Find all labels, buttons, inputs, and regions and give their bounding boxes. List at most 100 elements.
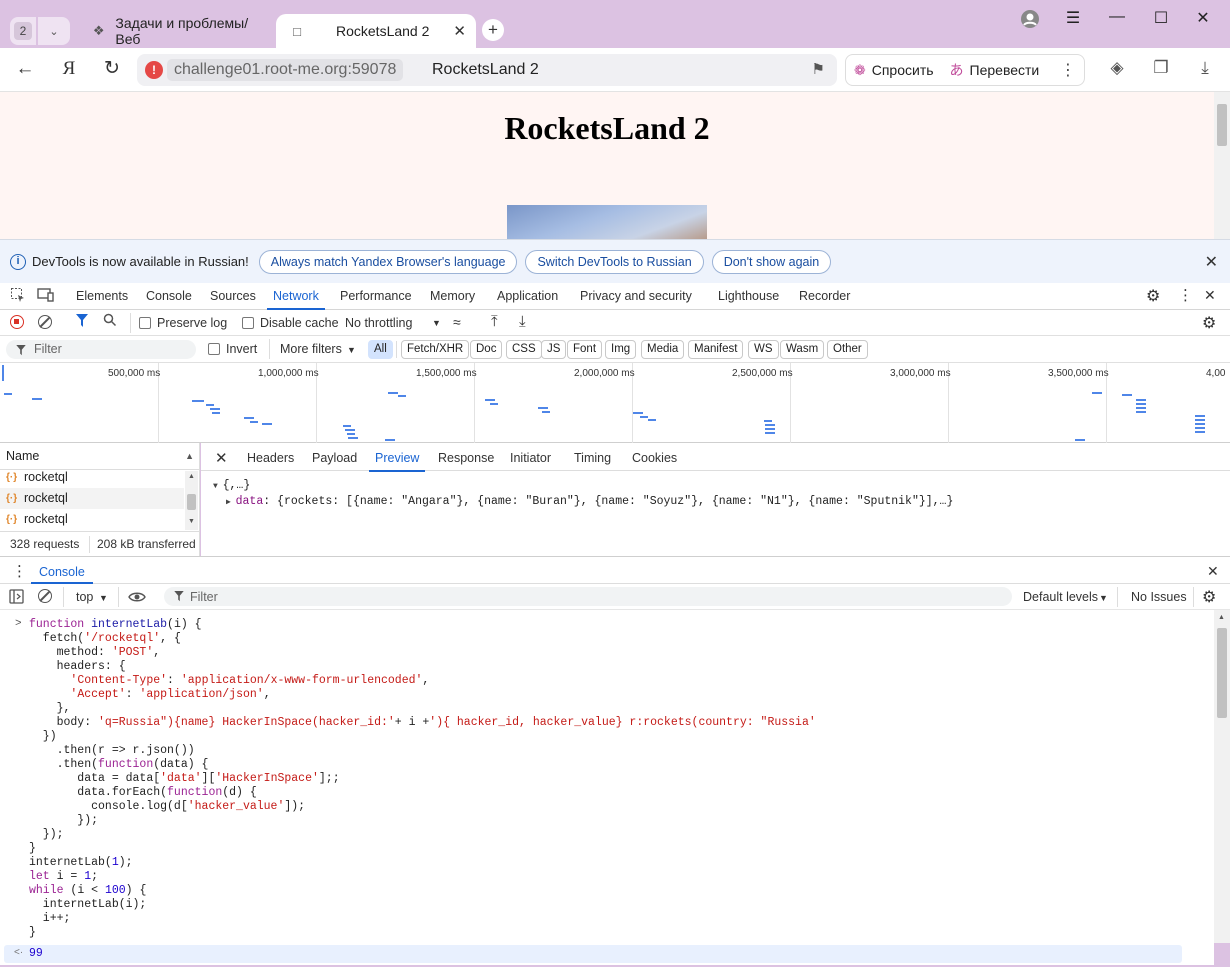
preview-data-row[interactable]: ▶ data: {rockets: [{name: "Angara"}, {na… <box>226 495 953 508</box>
download-icon[interactable]: ⤓ <box>1192 58 1218 78</box>
tab-count-button[interactable]: 2 <box>10 17 36 45</box>
tab-application[interactable]: Application <box>497 289 558 303</box>
clear-icon[interactable] <box>38 315 52 329</box>
filter-chip-manifest[interactable]: Manifest <box>688 340 744 359</box>
export-har-icon[interactable]: ⤓ <box>519 313 526 330</box>
name-column-header[interactable]: Name ▲ <box>0 443 200 470</box>
detail-tab-timing[interactable]: Timing <box>574 451 611 465</box>
page-scrollbar-thumb[interactable] <box>1217 104 1227 146</box>
record-stop-icon[interactable] <box>10 315 24 329</box>
settings-gear-icon[interactable]: ⚙ <box>1146 286 1160 306</box>
tab-list-chevron-icon[interactable]: ⌄ <box>38 17 70 45</box>
drawer-tab-console[interactable]: Console <box>39 565 85 579</box>
sidebar-toggle-icon[interactable] <box>9 589 24 607</box>
throttling-chevron-down-icon[interactable]: ▼ <box>432 318 441 328</box>
more-vertical-icon[interactable]: ⋮ <box>1178 286 1193 304</box>
device-toolbar-icon[interactable] <box>37 287 55 306</box>
detail-tab-preview[interactable]: Preview <box>368 451 427 472</box>
inspect-element-icon[interactable] <box>10 287 26 306</box>
reload-icon[interactable]: ↻ <box>98 57 126 83</box>
minimize-icon[interactable]: — <box>1102 8 1132 26</box>
collapsed-triangle-icon[interactable]: ▶ <box>226 498 236 507</box>
tab-memory[interactable]: Memory <box>430 289 475 303</box>
filter-chip-wasm[interactable]: Wasm <box>780 340 825 359</box>
more-filters-chevron-down-icon[interactable]: ▼ <box>347 345 356 355</box>
filter-chip-other[interactable]: Other <box>827 340 868 359</box>
close-devtools-icon[interactable]: ✕ <box>1204 287 1216 304</box>
network-filter-input[interactable]: Filter <box>6 340 196 359</box>
clear-console-icon[interactable] <box>38 589 52 603</box>
detail-tab-response[interactable]: Response <box>438 451 494 465</box>
menu-icon[interactable]: ☰ <box>1058 8 1088 28</box>
network-settings-gear-icon[interactable]: ⚙ <box>1202 313 1216 333</box>
tab-network[interactable]: Network <box>267 289 325 310</box>
more-vertical-icon[interactable]: ⋮ <box>1052 60 1084 80</box>
extension-icon[interactable]: ◈ <box>1104 58 1130 78</box>
filter-chip-js[interactable]: JS <box>541 340 567 359</box>
filter-chip-doc[interactable]: Doc <box>470 340 503 359</box>
search-icon[interactable] <box>103 313 117 330</box>
network-overview-timeline[interactable]: 500,000 ms 1,000,000 ms 1,500,000 ms 2,0… <box>0 363 1230 443</box>
issues-counter[interactable]: No Issues <box>1131 590 1187 604</box>
console-scrollbar-thumb[interactable] <box>1217 628 1227 718</box>
browser-tab-2[interactable]: □ RocketsLand 2 ✕ <box>276 14 476 48</box>
tab-lighthouse[interactable]: Lighthouse <box>718 289 779 303</box>
bookmark-icon[interactable]: ⚑ <box>812 60 825 78</box>
scroll-up-icon[interactable]: ▲ <box>1218 614 1225 621</box>
network-conditions-icon[interactable]: ≈ <box>453 314 461 330</box>
window-close-icon[interactable]: ✕ <box>1188 8 1218 28</box>
levels-chevron-down-icon[interactable]: ▼ <box>1099 593 1108 603</box>
preserve-log-checkbox[interactable] <box>139 317 151 329</box>
yandex-logo-icon[interactable]: Я <box>55 57 83 83</box>
ask-button[interactable]: ❁ Спросить <box>846 62 942 79</box>
console-settings-gear-icon[interactable]: ⚙ <box>1202 587 1216 607</box>
preview-root[interactable]: ▼ {,…} <box>213 479 250 492</box>
detail-tab-payload[interactable]: Payload <box>312 451 357 465</box>
console-result[interactable]: <· 99 <box>4 945 1182 963</box>
filter-chip-img[interactable]: Img <box>605 340 637 359</box>
console-code-block[interactable]: function internetLab(i) { fetch('/rocket… <box>29 618 816 940</box>
tab-privacy-security[interactable]: Privacy and security <box>580 289 692 303</box>
new-tab-button[interactable]: + <box>482 19 504 41</box>
scroll-down-icon[interactable]: ▼ <box>188 518 195 525</box>
context-chevron-down-icon[interactable]: ▼ <box>99 593 108 603</box>
filter-chip-ws[interactable]: WS <box>748 340 779 359</box>
profile-icon[interactable] <box>1015 9 1045 34</box>
always-match-language-button[interactable]: Always match Yandex Browser's language <box>258 249 518 274</box>
filter-chip-fetch-xhr[interactable]: Fetch/XHR <box>401 340 470 359</box>
filter-chip-css[interactable]: CSS <box>506 340 542 359</box>
tab-recorder[interactable]: Recorder <box>799 289 850 303</box>
browser-tab-1[interactable]: ❖ Задачи и проблемы/Веб <box>78 14 268 48</box>
scroll-up-icon[interactable]: ▲ <box>188 473 195 480</box>
translate-button[interactable]: あ Перевести <box>942 60 1048 80</box>
switch-devtools-russian-button[interactable]: Switch DevTools to Russian <box>525 249 704 274</box>
request-row[interactable]: {·} rocketql <box>0 467 184 488</box>
close-infobar-icon[interactable]: ✕ <box>1205 252 1218 272</box>
maximize-icon[interactable]: ☐ <box>1146 8 1176 28</box>
detail-tab-initiator[interactable]: Initiator <box>510 451 551 465</box>
detail-tab-headers[interactable]: Headers <box>247 451 294 465</box>
url-bar[interactable]: ! challenge01.root-me.org:59078 RocketsL… <box>137 54 837 86</box>
disable-cache-checkbox[interactable] <box>242 317 254 329</box>
import-har-icon[interactable]: ⤒ <box>491 313 498 330</box>
log-levels-dropdown[interactable]: Default levels <box>1023 590 1098 604</box>
warning-icon[interactable]: ! <box>145 61 163 79</box>
live-expression-eye-icon[interactable] <box>128 590 146 607</box>
console-filter-input[interactable]: Filter <box>164 587 1012 606</box>
tab-console[interactable]: Console <box>146 289 192 303</box>
more-filters-dropdown[interactable]: More filters <box>280 342 342 356</box>
close-tab-icon[interactable]: ✕ <box>453 22 466 40</box>
throttling-select[interactable]: No throttling <box>345 316 412 330</box>
filter-chip-media[interactable]: Media <box>641 340 685 359</box>
filter-chip-font[interactable]: Font <box>567 340 603 359</box>
invert-checkbox[interactable] <box>208 343 220 355</box>
request-row[interactable]: {·} rocketql <box>0 488 184 509</box>
console-scrollbar[interactable]: ▲ <box>1214 610 1230 943</box>
filter-funnel-icon[interactable] <box>76 314 88 331</box>
tab-performance[interactable]: Performance <box>340 289 412 303</box>
tab-elements[interactable]: Elements <box>76 289 128 303</box>
console-output[interactable]: > function internetLab(i) { fetch('/rock… <box>0 610 1214 943</box>
request-list-scrollbar-thumb[interactable] <box>187 494 196 510</box>
dont-show-again-button[interactable]: Don't show again <box>711 249 832 274</box>
request-list-scrollbar[interactable]: ▲ ▼ <box>185 471 198 530</box>
